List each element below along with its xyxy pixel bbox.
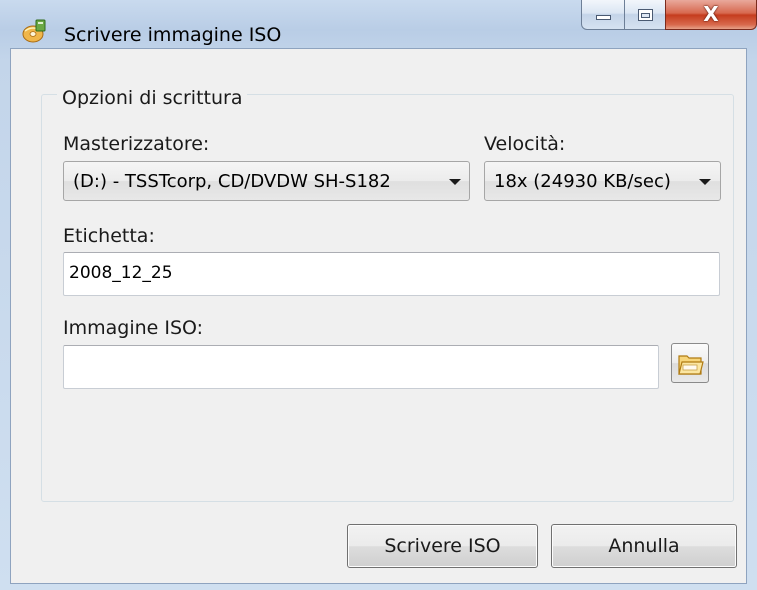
chevron-down-icon: [699, 179, 711, 185]
cancel-button[interactable]: Annulla: [551, 524, 737, 568]
maximize-icon: [638, 9, 653, 21]
speed-select[interactable]: 18x (24930 KB/sec): [484, 161, 721, 201]
caption-buttons: X: [577, 0, 757, 34]
iso-image-label: Immagine ISO:: [63, 317, 204, 339]
window-title: Scrivere immagine ISO: [64, 24, 282, 46]
burner-selected-value: (D:) - TSSTcorp, CD/DVDW SH-S182: [73, 171, 391, 192]
folder-open-icon: [678, 355, 704, 375]
minimize-icon: [596, 15, 611, 20]
dialog-client-area: Opzioni di scrittura Masterizzatore: (D:…: [10, 48, 747, 584]
browse-button[interactable]: [671, 343, 709, 383]
label-field-label: Etichetta:: [63, 225, 155, 247]
close-button[interactable]: X: [665, 0, 757, 30]
close-icon: X: [703, 2, 719, 26]
burner-select[interactable]: (D:) - TSSTcorp, CD/DVDW SH-S182: [63, 161, 470, 201]
title-bar[interactable]: Scrivere immagine ISO X: [0, 0, 757, 46]
write-options-group: [41, 94, 734, 502]
burner-label: Masterizzatore:: [63, 133, 210, 155]
dialog-window: Scrivere immagine ISO X Opzioni di scrit…: [0, 0, 757, 590]
iso-image-input[interactable]: [69, 356, 604, 376]
iso-image-field[interactable]: [63, 345, 659, 389]
write-options-legend: Opzioni di scrittura: [57, 87, 248, 109]
chevron-down-icon: [449, 179, 461, 185]
label-field[interactable]: [63, 252, 720, 296]
speed-selected-value: 18x (24930 KB/sec): [494, 171, 671, 192]
maximize-button[interactable]: [624, 0, 666, 30]
write-iso-button[interactable]: Scrivere ISO: [347, 524, 538, 568]
speed-label: Velocità:: [484, 133, 566, 155]
minimize-button[interactable]: [581, 0, 625, 30]
burn-disc-icon: [22, 19, 46, 43]
label-input[interactable]: [69, 263, 659, 283]
